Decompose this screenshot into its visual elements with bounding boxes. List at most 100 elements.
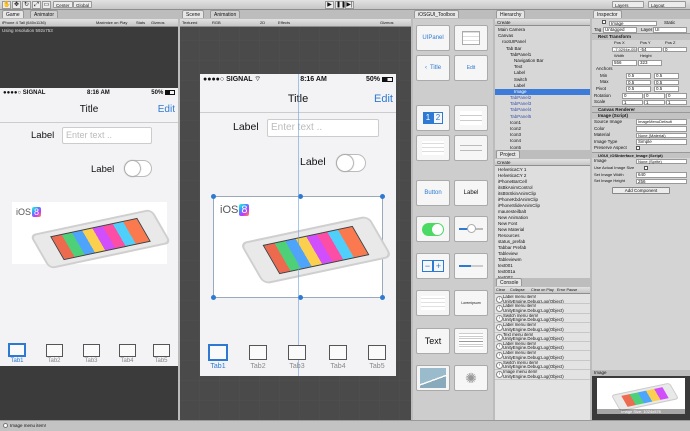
layout-dropdown[interactable]: Layout (648, 1, 686, 8)
image-sprite-field[interactable]: None (Sprite) (636, 158, 687, 165)
scene-switch-toggle[interactable] (336, 154, 366, 172)
hand-tool-icon[interactable]: ✋ (2, 1, 11, 9)
scene-tab1-icon[interactable] (208, 344, 228, 361)
tab4-icon[interactable] (119, 344, 136, 357)
anchors-foldout[interactable]: Anchors (592, 66, 613, 71)
max-x-field[interactable]: 0.5 (626, 79, 651, 86)
toolbox-progress-bar[interactable] (454, 253, 488, 279)
text-input[interactable]: Enter text .. (62, 127, 152, 144)
pivot-center-button[interactable]: Center (53, 1, 73, 8)
enabled-checkbox[interactable] (602, 20, 606, 24)
scene-tab1-label[interactable]: Tab1 (204, 363, 232, 370)
tab-animation[interactable]: Animation (210, 10, 241, 18)
2d-toggle[interactable]: 2D (260, 19, 265, 27)
tab3-icon[interactable] (83, 344, 100, 357)
toolbox-date-picker[interactable] (416, 290, 450, 316)
tab-scene[interactable]: Scene (182, 10, 205, 18)
width-field[interactable]: 556 (612, 60, 637, 66)
console-clear-button[interactable]: Clear (496, 287, 505, 294)
tab-console[interactable]: Console (496, 278, 523, 286)
maximize-on-play-toggle[interactable]: Maximize on Play (96, 19, 127, 27)
selection-handle-top-right[interactable] (380, 194, 385, 199)
tab4-label[interactable]: Tab4 (114, 358, 140, 364)
min-x-field[interactable]: 0.5 (626, 73, 651, 79)
pause-icon[interactable]: ❚❚ (335, 1, 346, 9)
scene-text-input[interactable]: Enter text .. (267, 119, 379, 137)
toolbox-switch[interactable] (416, 216, 450, 242)
nav-edit-button[interactable]: Edit (158, 104, 175, 115)
image-type-dropdown[interactable]: Simple (636, 139, 687, 145)
tab3-label[interactable]: Tab3 (78, 358, 104, 364)
rotation-z-field[interactable]: 0 (666, 93, 687, 99)
tab2-icon[interactable] (46, 344, 63, 357)
console-entry[interactable]: Label menu item!UnityEngine.Debug:Log(Ob… (495, 342, 590, 352)
play-icon[interactable]: ▶ (325, 1, 334, 9)
rotation-y-field[interactable]: 0 (644, 93, 665, 99)
console-entry[interactable]: Image menu item!UnityEngine.Debug:Log(Ob… (495, 370, 590, 380)
toolbox-label[interactable]: Label (454, 180, 488, 206)
use-actual-size-checkbox[interactable] (644, 166, 648, 171)
toolbox-table-view[interactable] (454, 105, 488, 131)
scene-tab2-icon[interactable] (249, 345, 267, 360)
console-entry[interactable]: Label menu item!UnityEngine.Debug:Log(Ob… (495, 323, 590, 333)
pivot-y-field[interactable]: 0.5 (654, 86, 679, 92)
max-y-field[interactable]: 0.5 (654, 79, 679, 86)
toolbox-stepper[interactable]: − + (416, 253, 450, 279)
scale-x-field[interactable]: 1 (622, 99, 643, 106)
color-swatch[interactable] (636, 126, 687, 132)
image-script-header[interactable]: Image (Script) (592, 112, 690, 119)
scale-tool-icon[interactable]: ⤢ (32, 1, 41, 9)
scene-tab5-label[interactable]: Tab5 (363, 363, 391, 370)
tab5-icon[interactable] (153, 344, 170, 357)
console-entry[interactable]: Switch menu item!UnityEngine.Debug:Log(O… (495, 361, 590, 371)
move-tool-icon[interactable]: ✥ (12, 1, 21, 9)
console-entry[interactable]: Label menu item!UnityEngine.Debug:Log(Ob… (495, 295, 590, 305)
rotate-tool-icon[interactable]: ↻ (22, 1, 31, 9)
source-image-field[interactable]: ImageMenuDefault (636, 119, 687, 125)
scene-gizmos-dropdown[interactable]: Gizmos (380, 19, 394, 27)
pos-z-field[interactable]: 0 (663, 46, 687, 53)
canvas-renderer-header[interactable]: Canvas Renderer (592, 105, 690, 113)
toolbox-grid-panel[interactable] (454, 25, 488, 51)
layer-dropdown[interactable]: UI (653, 27, 687, 33)
rect-tool-icon[interactable]: ▭ (42, 1, 51, 9)
scene-tab4-icon[interactable] (329, 345, 347, 360)
toolbox-stacked-view[interactable] (454, 135, 488, 161)
static-checkbox[interactable]: Static (664, 20, 675, 27)
scene-tab4-label[interactable]: Tab4 (324, 363, 352, 370)
stats-toggle[interactable]: Stats (136, 19, 145, 27)
toolbox-edit-field[interactable]: Edit (454, 55, 488, 81)
pos-y-field[interactable]: -54 (638, 46, 662, 53)
console-entry[interactable]: Label menu item!UnityEngine.Debug:Log(Ob… (495, 304, 590, 314)
scene-tab5-icon[interactable] (368, 345, 386, 360)
console-entry[interactable]: Label menu item!UnityEngine.Debug:Log(Ob… (495, 351, 590, 361)
tab2-label[interactable]: Tab2 (41, 358, 67, 364)
scene-tab3-label[interactable]: Tab3 (283, 363, 311, 370)
status-message[interactable]: Image menu item! (10, 423, 46, 428)
min-y-field[interactable]: 0.5 (654, 73, 679, 79)
hierarchy-create-dropdown[interactable]: Create (495, 19, 590, 26)
tab5-label[interactable]: Tab5 (148, 358, 174, 364)
tab-animator[interactable]: Animator (30, 10, 59, 18)
toolbox-slider[interactable] (454, 216, 488, 242)
console-entry[interactable]: Switch menu item!UnityEngine.Debug:Log(O… (495, 314, 590, 324)
aspect-dropdown[interactable]: iPhone 4 Tall (640x1136) (2, 19, 46, 27)
ugui-image-script-header[interactable]: UGUI_iOSInterface_Image (Script) (592, 151, 690, 159)
tab1-label[interactable]: Tab1 (4, 358, 30, 364)
tab-toolbox[interactable]: iOSGUI_Toolbox (414, 10, 460, 18)
tab-project[interactable]: Project (496, 150, 520, 158)
scene-tab2-label[interactable]: Tab2 (244, 363, 272, 370)
scene-phone-canvas[interactable]: ●●●●○ SIGNAL ⌔ 8:16 AM 50% Title Edit La… (200, 74, 396, 376)
pos-x-field[interactable]: -7.0294e-05 (612, 46, 637, 53)
scene-view-panel[interactable]: Scene Animation Textured RGB 2D Effects … (180, 10, 411, 420)
rect-transform-header[interactable]: Rect Transform (592, 33, 690, 40)
layers-dropdown[interactable]: Layers (612, 1, 644, 8)
toolbox-text[interactable]: Text (416, 328, 450, 354)
toolbox-lorem-text[interactable]: Loremipsum (454, 290, 488, 316)
console-error-pause-button[interactable]: Error Pause (557, 287, 577, 294)
rotation-x-field[interactable]: 0 (622, 93, 643, 99)
switch-toggle[interactable] (124, 160, 152, 177)
scale-y-field[interactable]: 1 (644, 99, 665, 106)
selection-handle-bottom-right[interactable] (380, 295, 385, 300)
console-entry[interactable]: Text menu item!UnityEngine.Debug:Log(Obj… (495, 333, 590, 342)
